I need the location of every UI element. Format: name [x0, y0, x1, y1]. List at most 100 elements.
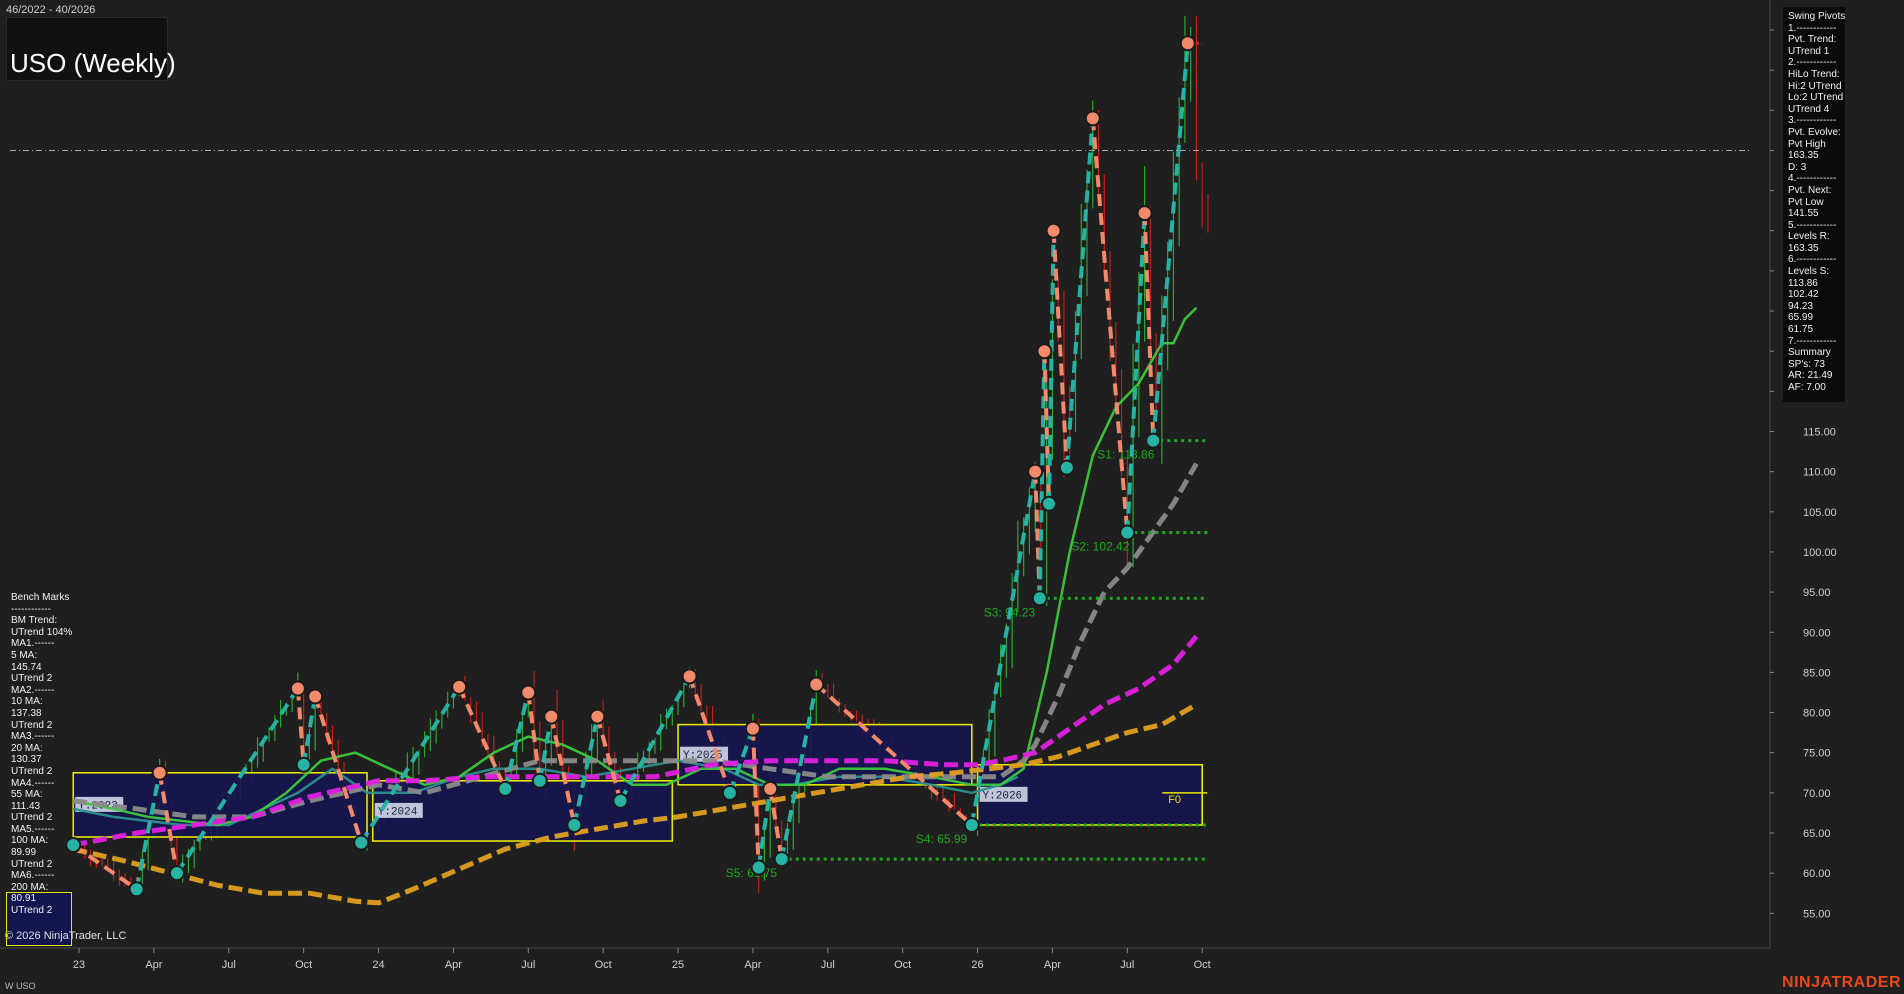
- pivot-panel-line: 2.------------: [1788, 57, 1837, 69]
- swing-leg: [295, 688, 306, 765]
- x-tick-label: Jul: [222, 959, 236, 971]
- pivot-panel-line: Hi:2 UTrend: [1788, 80, 1842, 92]
- price-chart[interactable]: Y:2023Y:2024Y:2025Y:2026 F0 S1: 113.86S2:…: [0, 0, 1904, 994]
- swing-low-dot: [773, 851, 790, 868]
- bench-panel-line: UTrend 2: [11, 765, 53, 777]
- pivot-panel-line: SP's: 73: [1788, 358, 1825, 370]
- pivot-panel-line: 1.------------: [1788, 22, 1837, 34]
- bench-panel-line: UTrend 2: [11, 858, 53, 870]
- swing-high-dot: [520, 684, 537, 701]
- y-tick-label: 100.00: [1803, 547, 1837, 559]
- bench-panel-line: 137.38: [11, 707, 42, 719]
- pivot-panel-line: 141.55: [1788, 208, 1819, 220]
- bench-panel-line: UTrend 2: [11, 905, 53, 917]
- bench-panel-line: MA4.------: [11, 777, 55, 789]
- x-tick-label: Apr: [445, 959, 462, 971]
- support-label: S4: 65.99: [916, 832, 968, 846]
- bench-panel-line: MA3.------: [11, 731, 55, 743]
- swing-high-dot: [543, 708, 560, 725]
- bench-panel-line: 145.74: [11, 661, 42, 673]
- swing-low-dot: [1145, 432, 1162, 449]
- pivot-panel-line: Pvt. Evolve:: [1788, 126, 1841, 138]
- swing-low-dot: [353, 834, 370, 851]
- swing-low-dot: [721, 784, 738, 801]
- swing-high-dot: [808, 676, 825, 693]
- x-tick-label: 24: [372, 959, 384, 971]
- y-tick-label: 85.00: [1803, 667, 1831, 679]
- bench-panel-line: 80.91: [11, 893, 37, 905]
- swing-high-dot: [307, 688, 324, 705]
- swing-leg: [1051, 230, 1069, 468]
- bench-panel-line: UTrend 2: [11, 719, 53, 731]
- bench-panel-line: MA5.------: [11, 823, 55, 835]
- pivot-panel-line: Levels S:: [1788, 266, 1830, 278]
- x-tick-label: Apr: [145, 959, 162, 971]
- x-tick-label: Apr: [1044, 959, 1061, 971]
- x-tick-label: 25: [672, 959, 684, 971]
- swing-low-dot: [531, 772, 548, 789]
- swing-low-dot: [963, 817, 980, 834]
- bench-panel-line: 111.43: [11, 800, 41, 812]
- swing-leg: [1046, 230, 1056, 504]
- pivot-panel-line: Levels R:: [1788, 231, 1830, 243]
- pivot-panel-line: 3.------------: [1788, 115, 1837, 127]
- pivot-panel-line: 102.42: [1788, 289, 1819, 301]
- symbol-label: W USO: [5, 981, 36, 991]
- swing-high-dot: [1136, 205, 1153, 222]
- swing-low-dot: [1031, 590, 1048, 607]
- swing-low-dot: [295, 756, 312, 773]
- swing-leg: [1151, 43, 1190, 441]
- swing-leg: [1142, 213, 1156, 441]
- swing-high-dot: [1027, 463, 1044, 480]
- x-tick-label: Jul: [521, 959, 535, 971]
- x-tick-label: Oct: [894, 959, 911, 971]
- pivot-panel-line: Lo:2 UTrend: [1788, 92, 1844, 104]
- pivot-panel-line: 163.35: [1788, 150, 1819, 162]
- pivot-panel-line: 61.75: [1788, 324, 1814, 336]
- bench-panel-line: MA6.------: [11, 870, 55, 882]
- swing-pivots-panel: Swing Pivots 1.------------ Pvt. Trend: UTr…: [1783, 7, 1845, 402]
- y-tick-label: 60.00: [1803, 868, 1831, 880]
- swing-low-dot: [497, 780, 514, 797]
- ma-line: [72, 306, 1198, 827]
- pivot-panel-line: D: 3: [1788, 161, 1807, 173]
- y-tick-label: 65.00: [1803, 828, 1831, 840]
- y-tick-label: 105.00: [1803, 507, 1837, 519]
- bench-panel-line: ------------: [11, 603, 51, 615]
- swing-low-dot: [1040, 495, 1057, 512]
- x-tick-label: 23: [73, 959, 85, 971]
- x-tick-label: Oct: [1194, 959, 1211, 971]
- bench-panel-line: 20 MA:: [11, 742, 43, 754]
- bench-panel-line: 5 MA:: [11, 649, 38, 661]
- bench-panel-line: UTrend 104%: [11, 626, 73, 638]
- y-tick-label: 80.00: [1803, 708, 1831, 720]
- bench-marks-panel: Bench Marks ------------ BM Trend: UTrend 1…: [6, 588, 73, 918]
- swing-high-dot: [1036, 343, 1053, 360]
- swing-low-dot: [612, 792, 629, 809]
- pivot-panel-line: UTrend 1: [1788, 45, 1830, 57]
- x-tick-label: Jul: [821, 959, 835, 971]
- date-range: 46/2022 - 40/2026: [6, 4, 96, 16]
- bench-panel-line: 89.99: [11, 847, 37, 859]
- support-label: S1: 113.86: [1097, 448, 1154, 462]
- pivot-panel-line: 94.23: [1788, 300, 1814, 312]
- bench-panel-line: 130.37: [11, 754, 42, 766]
- pivot-panel-line: HiLo Trend:: [1788, 68, 1840, 80]
- pivot-panel-line: AF: 7.00: [1788, 382, 1826, 393]
- swing-high-dot: [1045, 222, 1062, 239]
- pivot-panel-line: 6.------------: [1788, 254, 1837, 266]
- x-tick-label: Jul: [1120, 959, 1134, 971]
- x-tick-label: Apr: [744, 959, 761, 971]
- ninjatrader-logo: NINJATRADER: [1782, 974, 1901, 991]
- y-tick-label: 110.00: [1803, 467, 1836, 479]
- pivot-panel-line: 163.35: [1788, 242, 1819, 254]
- bench-panel-line: MA2.------: [11, 684, 55, 696]
- pivot-panel-line: 113.86: [1788, 277, 1818, 289]
- bench-panel-line: BM Trend:: [11, 615, 58, 627]
- y-tick-label: 115.00: [1803, 427, 1836, 439]
- y-tick-label: 70.00: [1803, 788, 1831, 800]
- bench-panel-line: 10 MA:: [11, 696, 43, 708]
- pivot-panel-line: 4.------------: [1788, 173, 1837, 185]
- swing-leg: [72, 843, 138, 891]
- pivot-panel-line: AR: 21.49: [1788, 370, 1833, 382]
